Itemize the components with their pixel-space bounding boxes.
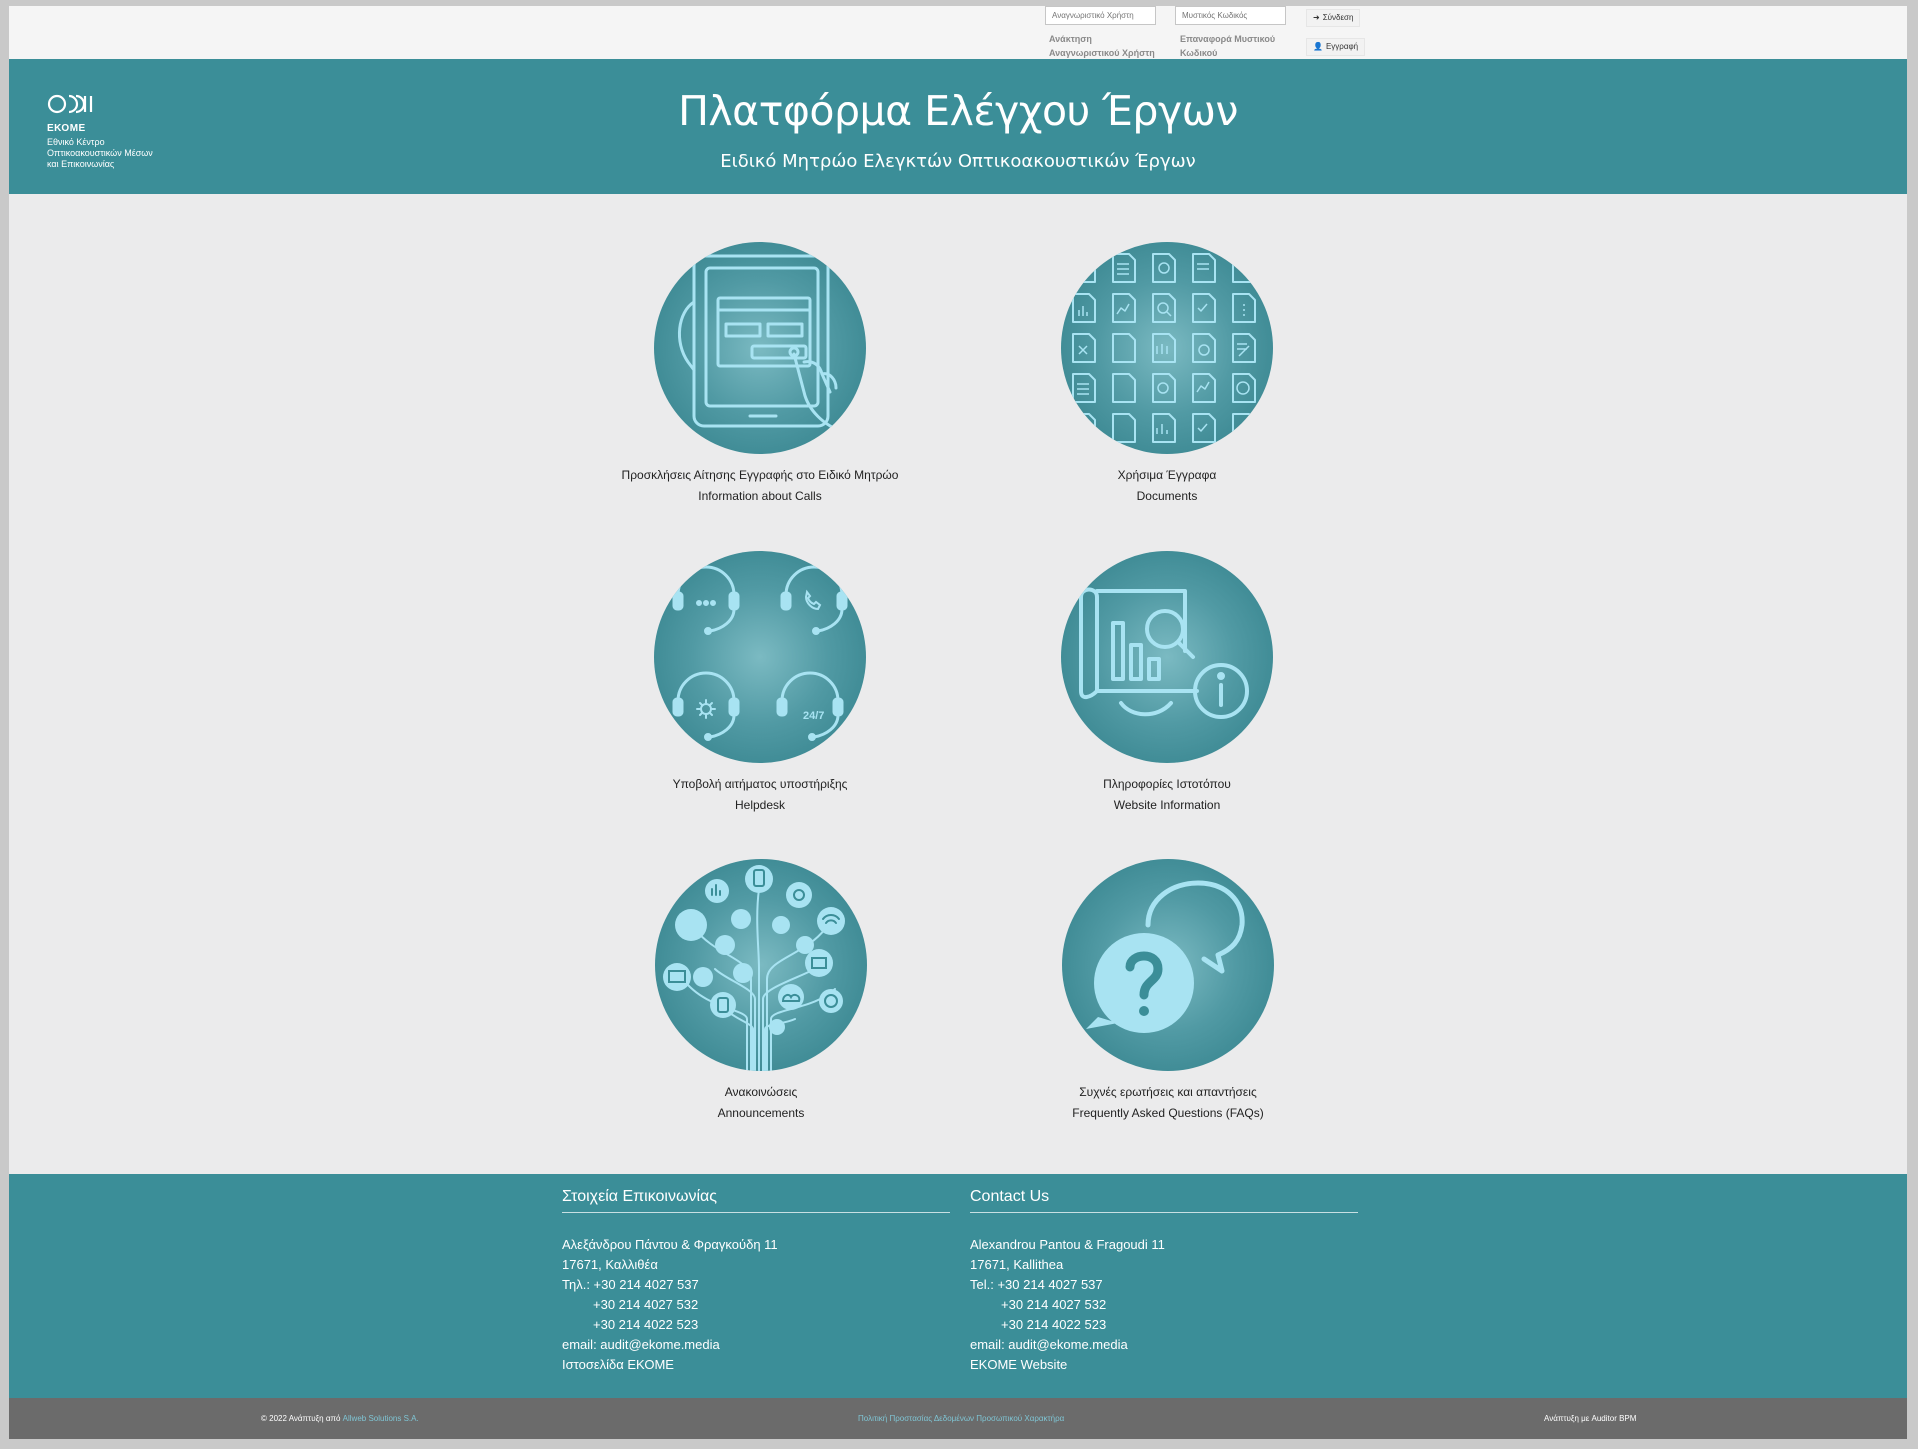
- tile-announcements[interactable]: Ανακοινώσεις Announcements: [611, 859, 911, 1124]
- report-info-icon[interactable]: [1061, 551, 1273, 763]
- contact-heading: Στοιχεία Επικοινωνίας: [562, 1188, 950, 1213]
- login-button[interactable]: ➜ Σύνδεση: [1306, 9, 1361, 27]
- contact-footer: Στοιχεία Επικοινωνίας Αλεξάνδρου Πάντου …: [9, 1174, 1907, 1398]
- password-input[interactable]: [1175, 6, 1286, 25]
- headset-support-icon[interactable]: [654, 551, 866, 763]
- tile-label: Υποβολή αιτήματος υποστήριξης Helpdesk: [672, 777, 848, 812]
- tile-documents[interactable]: Χρήσιμα Έγγραφα Documents: [1017, 242, 1317, 507]
- page-frame: ➜ Σύνδεση Ανάκτηση Αναγνωριστικού Χρήστη…: [9, 6, 1907, 1439]
- login-bar: ➜ Σύνδεση Ανάκτηση Αναγνωριστικού Χρήστη…: [9, 6, 1907, 59]
- tile-helpdesk[interactable]: 24/7 Υποβολή αιτήματος υποστήριξης Helpd…: [610, 551, 910, 816]
- privacy-policy-link[interactable]: Πολιτική Προστασίας Δεδομένων Προσωπικού…: [858, 1414, 1064, 1423]
- tile-label: Χρήσιμα Έγγραφα Documents: [1117, 468, 1217, 503]
- developer-link[interactable]: Allweb Solutions S.A.: [343, 1414, 419, 1423]
- contact-heading: Contact Us: [970, 1188, 1358, 1213]
- tile-label: Πληροφορίες Ιστοτόπου Website Informatio…: [1103, 777, 1231, 812]
- recover-username-link[interactable]: Ανάκτηση Αναγνωριστικού Χρήστη: [1049, 32, 1155, 60]
- tile-label: Ανακοινώσεις Announcements: [717, 1085, 805, 1120]
- powered-by: Ανάπτυξη με Auditor BPM: [1544, 1414, 1637, 1423]
- username-input[interactable]: [1045, 6, 1156, 25]
- tile-faqs[interactable]: Συχνές ερωτήσεις και απαντήσεις Frequent…: [1018, 859, 1318, 1124]
- documents-grid-icon[interactable]: [1061, 242, 1273, 454]
- tile-calls[interactable]: Προσκλήσεις Αίτησης Εγγραφής στο Ειδικό …: [610, 242, 910, 507]
- email-link[interactable]: email: audit@ekome.media: [562, 1335, 950, 1355]
- tile-label: Προσκλήσεις Αίτησης Εγγραφής στο Ειδικό …: [621, 468, 899, 503]
- helpdesk-24-7-badge: 24/7: [803, 710, 825, 722]
- tile-website-info[interactable]: Πληροφορίες Ιστοτόπου Website Informatio…: [1017, 551, 1317, 816]
- page-subtitle: Ειδικό Μητρώο Ελεγκτών Οπτικοακουστικών …: [720, 151, 1196, 172]
- question-bubble-icon[interactable]: [1062, 859, 1274, 1071]
- contact-column-english: Contact Us Alexandrou Pantou & Fragoudi …: [970, 1188, 1358, 1375]
- register-button[interactable]: 👤 Εγγραφή: [1306, 38, 1366, 56]
- tile-label: Συχνές ερωτήσεις και απαντήσεις Frequent…: [1072, 1085, 1264, 1120]
- reset-password-link[interactable]: Επαναφορά Μυστικού Κωδικού: [1180, 32, 1275, 60]
- bottom-bar: © 2022 Ανάπτυξη από Allweb Solutions S.A…: [9, 1398, 1907, 1439]
- sign-in-icon: ➜: [1313, 13, 1320, 22]
- email-link[interactable]: email: audit@ekome.media: [970, 1335, 1358, 1355]
- network-tree-icon[interactable]: [655, 859, 867, 1071]
- website-link[interactable]: Ιστοσελίδα ΕΚΟΜΕ: [562, 1355, 950, 1375]
- site-header: ΕΚΟΜΕ Εθνικό Κέντρο Οπτικοακουστικών Μέσ…: [9, 59, 1907, 194]
- tablet-touch-icon[interactable]: [654, 242, 866, 454]
- copyright: © 2022 Ανάπτυξη από Allweb Solutions S.A…: [261, 1414, 419, 1423]
- user-icon: 👤: [1313, 42, 1323, 51]
- page-title: Πλατφόρμα Ελέγχου Έργων: [678, 87, 1238, 135]
- website-link[interactable]: EKOME Website: [970, 1355, 1358, 1375]
- contact-column-greek: Στοιχεία Επικοινωνίας Αλεξάνδρου Πάντου …: [562, 1188, 950, 1375]
